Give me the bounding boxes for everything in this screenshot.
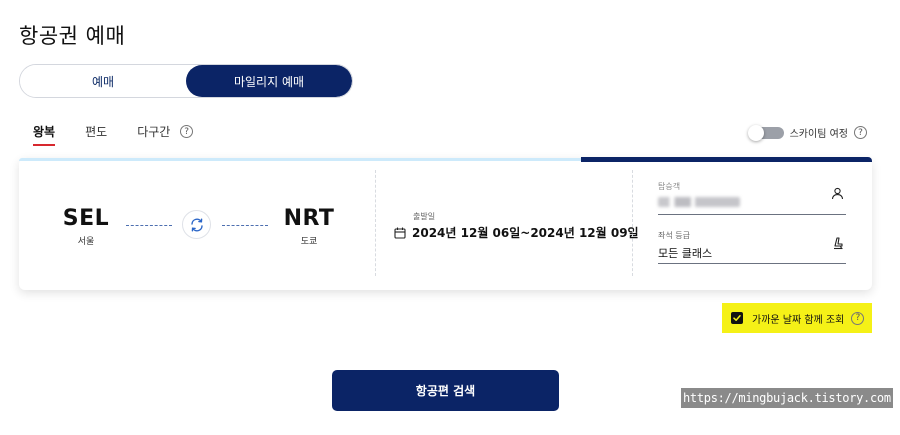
- calendar-icon: [394, 227, 406, 239]
- seat-class-field[interactable]: 좌석 등급 모든 클래스: [658, 230, 846, 264]
- departure-city: 서울: [77, 237, 95, 247]
- skyteam-label: 스카이팀 여정: [789, 129, 848, 140]
- card-accent-line-active: [581, 157, 872, 162]
- arrival-city: 도쿄: [300, 237, 318, 247]
- question-circle-icon[interactable]: ?: [854, 126, 867, 139]
- swap-arrows-icon: [190, 218, 203, 231]
- search-flights-button[interactable]: 항공편 검색: [332, 370, 559, 411]
- seat-class-label: 좌석 등급: [658, 231, 690, 240]
- swap-airports-button[interactable]: [182, 210, 211, 239]
- person-icon: [831, 187, 844, 200]
- seat-icon: [834, 237, 843, 250]
- section-divider: [375, 170, 376, 276]
- arrival-airport[interactable]: NRT 도쿄: [283, 206, 335, 247]
- nearby-dates-checkbox[interactable]: [731, 312, 743, 324]
- departure-airport[interactable]: SEL 서울: [60, 206, 112, 247]
- trip-type-tabs: 왕복 편도 다구간 ?: [33, 123, 223, 146]
- card-accent-line: [19, 158, 581, 161]
- watermark: https://mingbujack.tistory.com: [681, 388, 893, 408]
- question-circle-icon[interactable]: ?: [180, 125, 194, 138]
- tab-multi-city-label: 다구간: [137, 125, 171, 139]
- tab-one-way[interactable]: 편도: [85, 123, 107, 143]
- departure-code: SEL: [62, 206, 110, 231]
- skyteam-itinerary: 스카이팀 여정 ?: [747, 124, 867, 141]
- date-label: 출발일: [413, 212, 436, 221]
- passenger-label: 탑승객: [658, 182, 681, 191]
- toggle-knob: [747, 124, 764, 141]
- route-line: [126, 225, 172, 226]
- page-title: 항공권 예매: [19, 24, 126, 48]
- seat-class-value: 모든 클래스: [658, 247, 713, 260]
- booking-mode-toggle: 예매 마일리지 예매: [19, 64, 353, 98]
- section-divider: [632, 170, 633, 276]
- tab-booking[interactable]: 예매: [20, 65, 186, 97]
- checkmark-icon: [733, 315, 741, 321]
- tab-multi-city[interactable]: 다구간 ?: [137, 123, 194, 143]
- question-circle-icon[interactable]: ?: [851, 311, 865, 325]
- arrival-code: NRT: [283, 206, 335, 231]
- skyteam-toggle[interactable]: [747, 124, 784, 141]
- passenger-field[interactable]: 탑승객: [658, 181, 846, 215]
- date-range-value: 2024년 12월 06일~2024년 12월 09일: [412, 226, 639, 240]
- nearby-dates-label: 가까운 날짜 함께 조회: [752, 314, 845, 326]
- tab-round-trip[interactable]: 왕복: [33, 123, 56, 146]
- passenger-value-blurred: [658, 197, 740, 207]
- tab-mileage-booking[interactable]: 마일리지 예매: [186, 65, 352, 97]
- route-line: [222, 225, 268, 226]
- date-range-field[interactable]: 2024년 12월 06일~2024년 12월 09일: [394, 224, 639, 241]
- nearby-dates-option[interactable]: 가까운 날짜 함께 조회 ?: [722, 303, 872, 333]
